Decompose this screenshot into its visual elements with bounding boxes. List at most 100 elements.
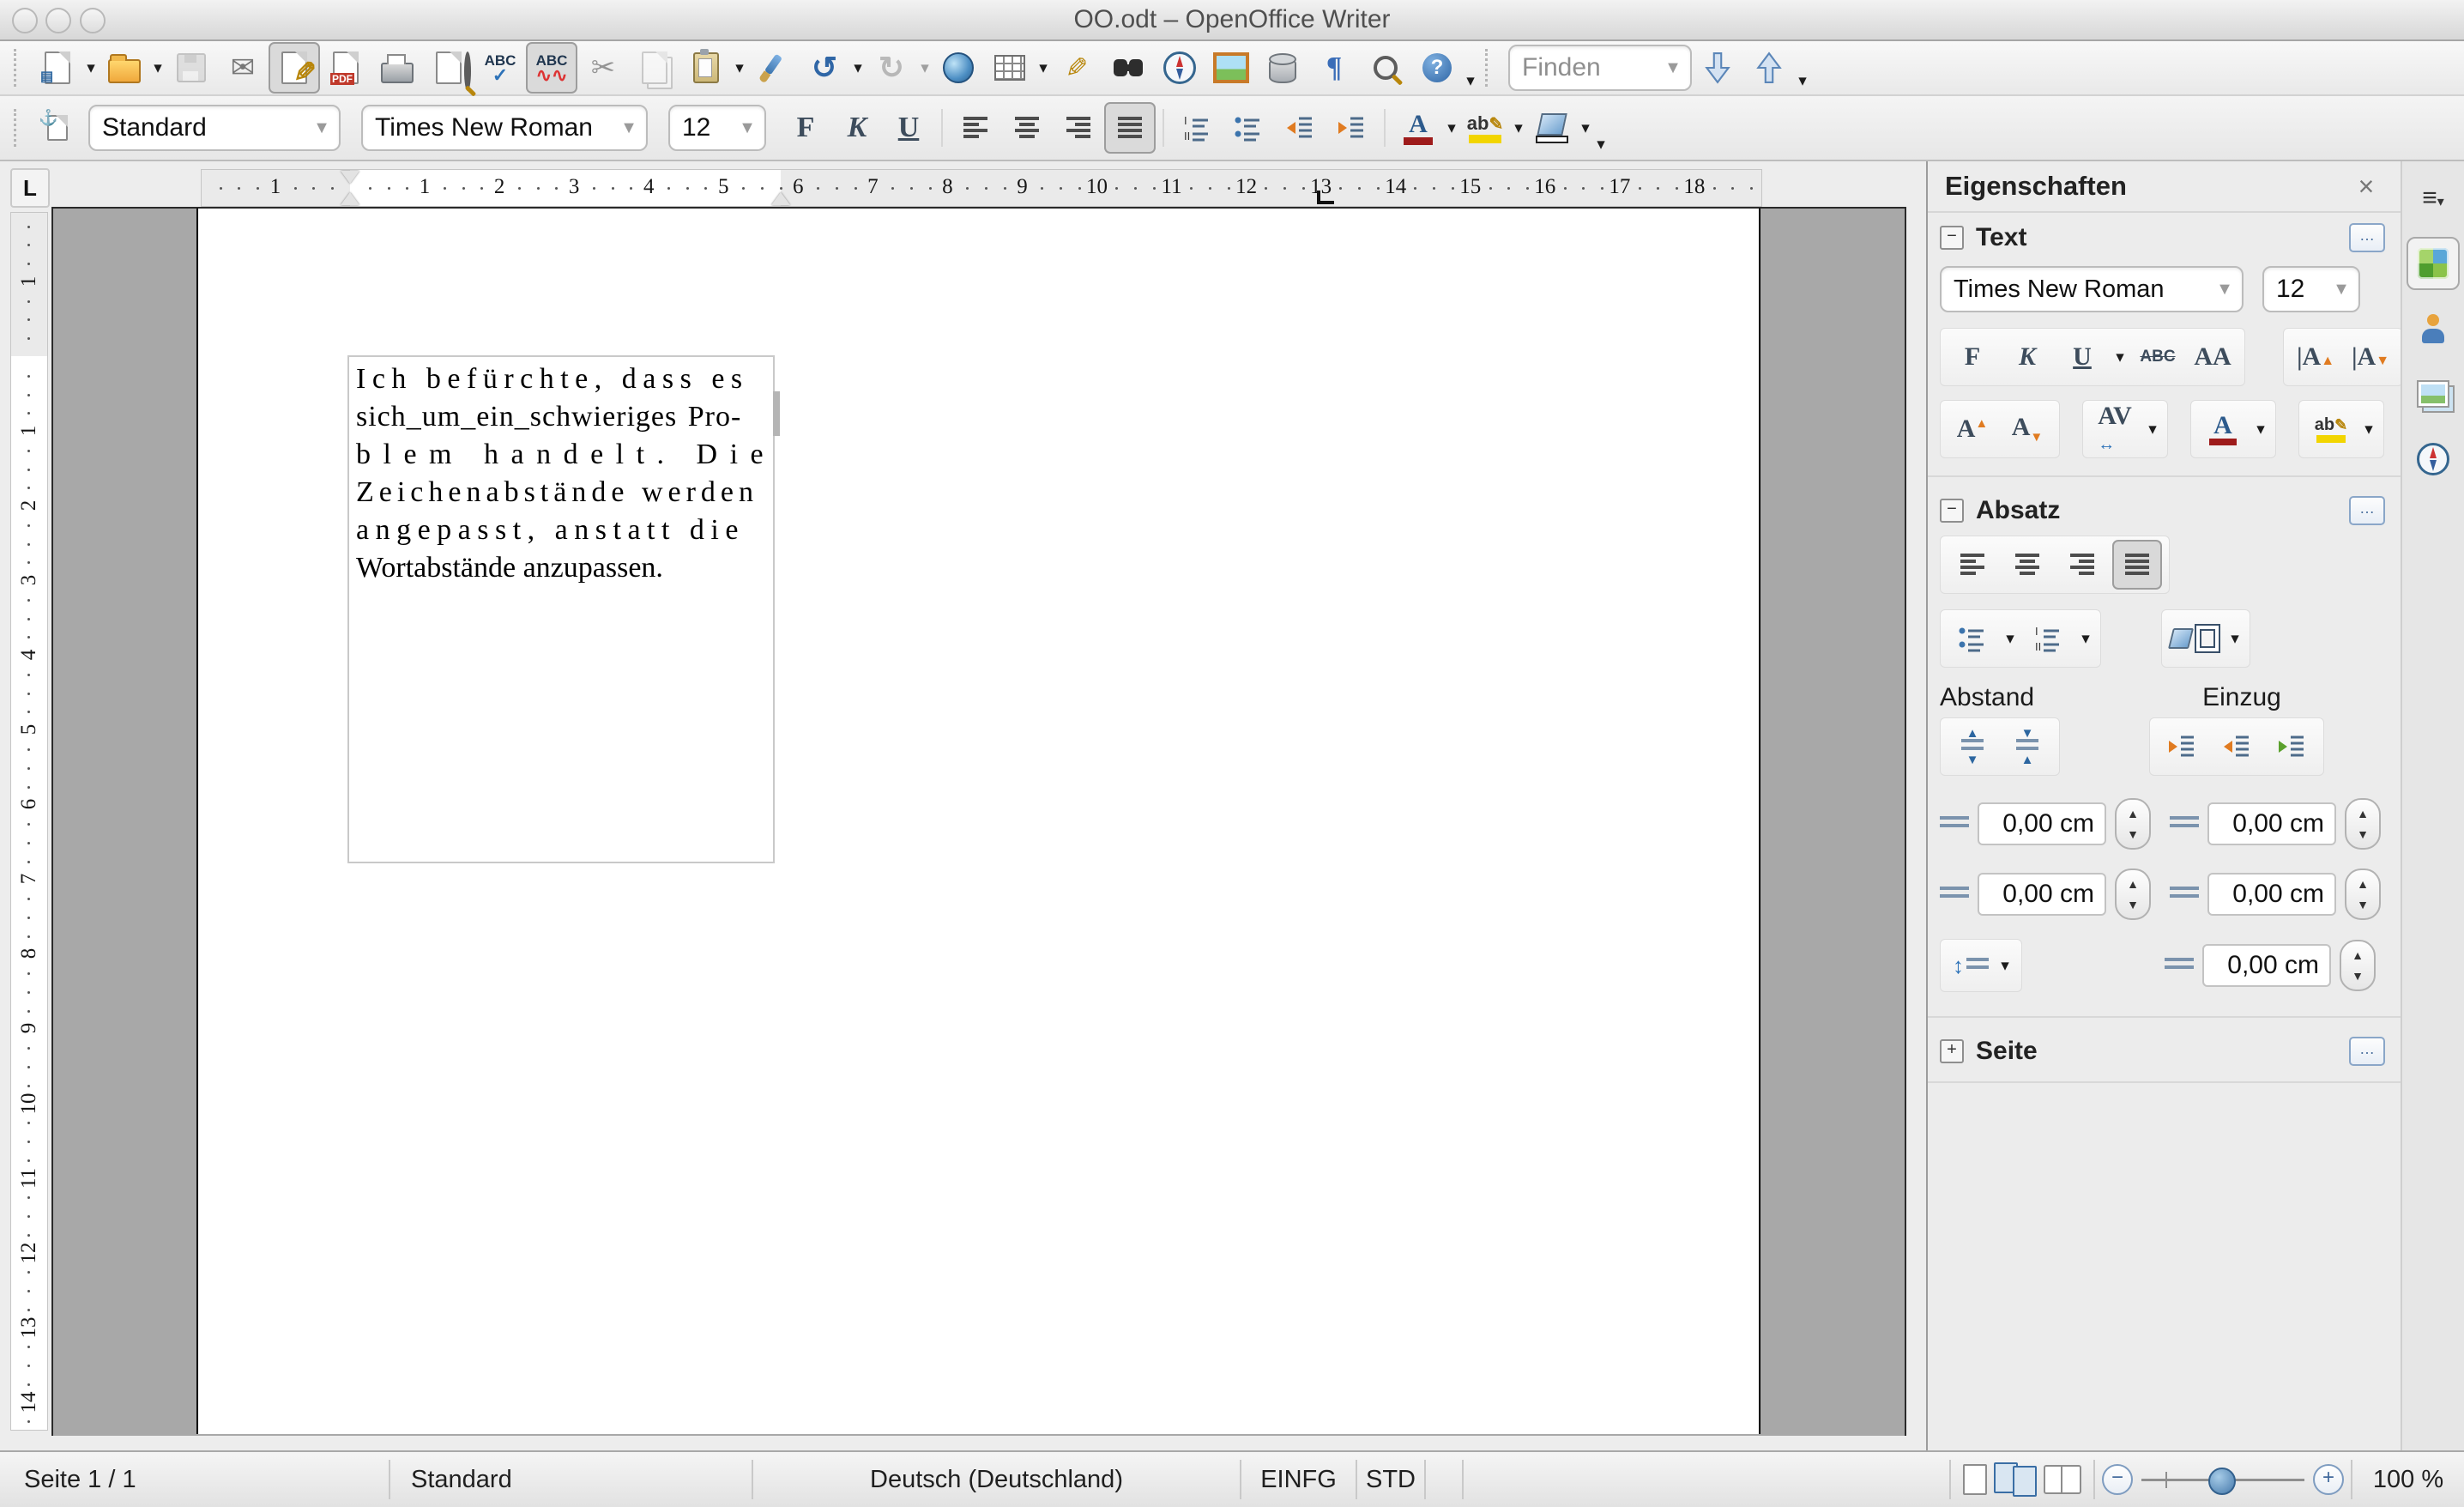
align-right-button[interactable] (1053, 102, 1104, 154)
sidebar-align-center-button[interactable] (2002, 540, 2052, 590)
justify-button[interactable] (1104, 102, 1156, 154)
sidebar-bold-button[interactable]: F (1948, 332, 1997, 382)
find-toolbar-grip[interactable] (1485, 49, 1496, 87)
line-spacing-dropdown[interactable]: ▾ (1997, 956, 2013, 976)
edit-file-button[interactable]: ✎ (269, 42, 320, 94)
right-indent-marker[interactable] (771, 192, 790, 205)
paste-button[interactable] (680, 42, 732, 94)
sidebar-bullet-list-button[interactable] (1948, 614, 1997, 663)
increase-spacing-button[interactable]: ▲ ▼ (1948, 722, 1997, 772)
sidebar-menu-button[interactable]: ≡▾ (2407, 172, 2460, 225)
gallery-button[interactable] (1205, 42, 1257, 94)
font-color-dropdown[interactable]: ▾ (1444, 118, 1459, 138)
highlighting-button[interactable]: ab✎ (1459, 102, 1511, 154)
sidebar-decrease-indent-button[interactable] (2212, 722, 2262, 772)
minimize-window-button[interactable] (45, 8, 71, 33)
font-name-combobox[interactable]: Times New Roman ▼ (361, 105, 648, 151)
sidebar-highlight-button[interactable]: ab✎ (2306, 404, 2356, 454)
tab-stop-type-selector[interactable]: L (10, 168, 50, 208)
paragraph-background-dropdown[interactable]: ▾ (2227, 629, 2243, 649)
open-button[interactable] (99, 42, 150, 94)
save-button[interactable] (166, 42, 217, 94)
auto-spellcheck-button[interactable]: ABC ∿∿ (526, 42, 577, 94)
undo-button[interactable]: ↺ (799, 42, 850, 94)
sidebar-font-color-dropdown[interactable]: ▾ (2253, 420, 2268, 439)
find-dropdown-arrow[interactable]: ▼ (1656, 46, 1690, 89)
collapse-icon[interactable]: − (1940, 226, 1964, 250)
character-spacing-dropdown[interactable]: ▾ (2145, 420, 2160, 439)
expand-icon[interactable]: + (1940, 1039, 1964, 1063)
status-language[interactable]: Deutsch (Deutschland) (753, 1460, 1241, 1499)
paragraph-background-button[interactable] (2168, 614, 2222, 663)
sidebar-highlight-dropdown[interactable]: ▾ (2361, 420, 2376, 439)
first-line-indent-stepper[interactable]: ▲ ▼ (2340, 940, 2376, 991)
sidebar-underline-dropdown[interactable]: ▾ (2112, 348, 2128, 367)
font-size-dropdown-arrow[interactable]: ▼ (730, 106, 764, 149)
horizontal-ruler[interactable]: 1 1 2 3 4 5 6 7 8 9 10 11 12 13 14 15 16 17 18 (201, 169, 1762, 207)
text-dialog-launcher[interactable]: … (2349, 223, 2385, 252)
sidebar-font-size-arrow[interactable]: ▼ (2324, 268, 2358, 311)
formatting-marks-button[interactable]: ¶ (1308, 42, 1360, 94)
align-center-button[interactable] (1001, 102, 1053, 154)
email-document-button[interactable]: ✉ (217, 42, 269, 94)
before-indent-field[interactable]: 0,00 cm (2207, 802, 2336, 845)
left-indent-marker[interactable] (341, 192, 359, 205)
find-next-button[interactable] (1692, 42, 1743, 94)
zoom-button[interactable] (1360, 42, 1411, 94)
sidebar-align-left-button[interactable] (1948, 540, 1997, 590)
sidebar-justify-button[interactable] (2112, 540, 2162, 590)
above-spacing-field[interactable]: 0,00 cm (1978, 802, 2106, 845)
font-size-combobox[interactable]: 12 ▼ (668, 105, 766, 151)
undo-dropdown[interactable]: ▾ (850, 58, 866, 78)
background-color-button[interactable] (1526, 102, 1578, 154)
numbered-list-button[interactable]: I II (1171, 102, 1223, 154)
find-replace-button[interactable] (1102, 42, 1154, 94)
underline-button[interactable]: U (883, 102, 934, 154)
italic-button[interactable]: K (831, 102, 883, 154)
frame-selection-handle[interactable] (773, 391, 780, 436)
find-combobox[interactable]: Finden ▼ (1508, 45, 1692, 91)
book-view-button[interactable] (2044, 1465, 2081, 1494)
styles-button[interactable]: ⚓ (32, 102, 83, 154)
highlighting-dropdown[interactable]: ▾ (1511, 118, 1526, 138)
vertical-ruler[interactable]: 1 1 2 3 4 5 6 7 8 9 10 11 12 13 14 (10, 212, 48, 1431)
format-paintbrush-button[interactable] (747, 42, 799, 94)
find-previous-button[interactable] (1743, 42, 1795, 94)
status-page-number[interactable]: Seite 1 / 1 (0, 1460, 390, 1499)
sidebar-increase-indent-button[interactable] (2157, 722, 2207, 772)
draw-functions-button[interactable]: ✎ (1051, 42, 1102, 94)
sidebar-italic-button[interactable]: K (2002, 332, 2052, 382)
status-zoom-level[interactable]: 100 % (2352, 1460, 2464, 1499)
bold-button[interactable]: F (780, 102, 831, 154)
new-document-dropdown[interactable]: ▾ (83, 58, 99, 78)
superscript-button[interactable]: A▲ (1948, 404, 1997, 454)
zoom-out-button[interactable]: − (2102, 1464, 2133, 1495)
after-indent-stepper[interactable]: ▲ ▼ (2345, 868, 2381, 920)
decrease-indent-button[interactable] (1274, 102, 1326, 154)
numbered-list-dropdown[interactable]: ▾ (2078, 629, 2093, 649)
collapse-icon[interactable]: − (1940, 499, 1964, 523)
toolbar-grip[interactable] (14, 49, 25, 87)
find-toolbar-overflow-button[interactable]: ▾ (1795, 71, 1810, 91)
paste-dropdown[interactable]: ▾ (732, 58, 747, 78)
multi-page-view-button[interactable] (1994, 1462, 2037, 1497)
sidebar-font-size-combobox[interactable]: 12 ▼ (2262, 266, 2360, 312)
toolbar-overflow-button[interactable]: ▾ (1463, 71, 1478, 91)
zoom-window-button[interactable] (80, 8, 106, 33)
spellcheck-button[interactable]: ABC ✓ (474, 42, 526, 94)
zoom-slider-track[interactable] (2141, 1467, 2304, 1495)
insert-table-dropdown[interactable]: ▾ (1036, 58, 1051, 78)
sidebar-case-button[interactable]: AA (2188, 332, 2238, 382)
character-spacing-button[interactable]: AV ↔ (2090, 403, 2140, 454)
after-indent-field[interactable]: 0,00 cm (2207, 873, 2336, 916)
page-preview-button[interactable] (423, 42, 474, 94)
zoom-slider-thumb[interactable] (2208, 1467, 2236, 1495)
copy-button[interactable] (629, 42, 680, 94)
help-button[interactable]: ? (1411, 42, 1463, 94)
hyperlink-button[interactable] (933, 42, 984, 94)
bullet-list-button[interactable] (1223, 102, 1274, 154)
first-line-indent-marker[interactable] (341, 171, 359, 184)
export-pdf-button[interactable]: PDF (320, 42, 371, 94)
sidebar-tab-styles[interactable] (2407, 302, 2460, 355)
background-color-dropdown[interactable]: ▾ (1578, 118, 1593, 138)
